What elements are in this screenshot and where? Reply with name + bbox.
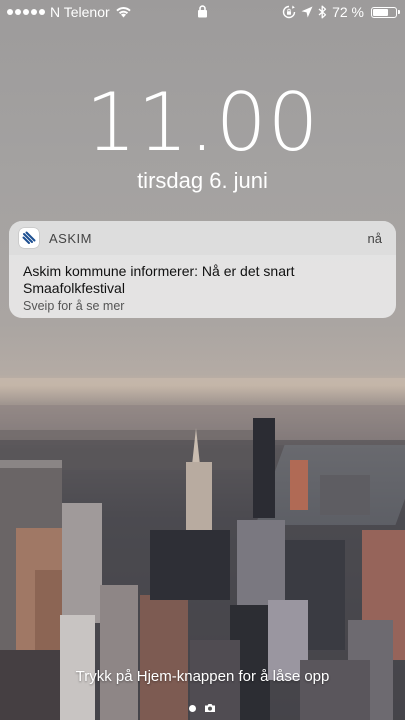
lock-icon xyxy=(198,5,207,18)
notification-swipe-hint: Sveip for å se mer xyxy=(23,299,125,313)
page-dot xyxy=(189,704,196,712)
battery-icon xyxy=(371,6,400,18)
page-indicator[interactable] xyxy=(0,703,405,713)
location-arrow-icon xyxy=(301,6,313,18)
askim-app-icon xyxy=(19,228,39,248)
signal-strength-icon xyxy=(7,9,45,15)
notification-card[interactable]: ASKIM nå Askim kommune informerer: Nå er… xyxy=(9,221,396,318)
unlock-hint: Trykk på Hjem-knappen for å låse opp xyxy=(75,668,330,685)
bluetooth-icon xyxy=(318,5,327,19)
status-bar: N Telenor 72 % xyxy=(0,0,405,26)
lock-screen-time: 11.00 xyxy=(85,76,320,169)
notification-body: Askim kommune informerer: Nå er det snar… xyxy=(9,255,396,313)
notification-header: ASKIM nå xyxy=(9,221,396,255)
battery-percent: 72 % xyxy=(332,4,364,20)
notification-message: Askim kommune informerer: Nå er det snar… xyxy=(23,263,295,296)
notification-app-name: ASKIM xyxy=(49,230,92,246)
camera-icon[interactable] xyxy=(204,703,216,713)
wifi-icon xyxy=(115,7,131,18)
lock-screen-date: tirsdag 6. juni xyxy=(137,168,268,193)
rotation-lock-icon xyxy=(282,5,296,19)
notification-time: nå xyxy=(367,230,382,246)
carrier-name: N Telenor xyxy=(50,4,110,20)
